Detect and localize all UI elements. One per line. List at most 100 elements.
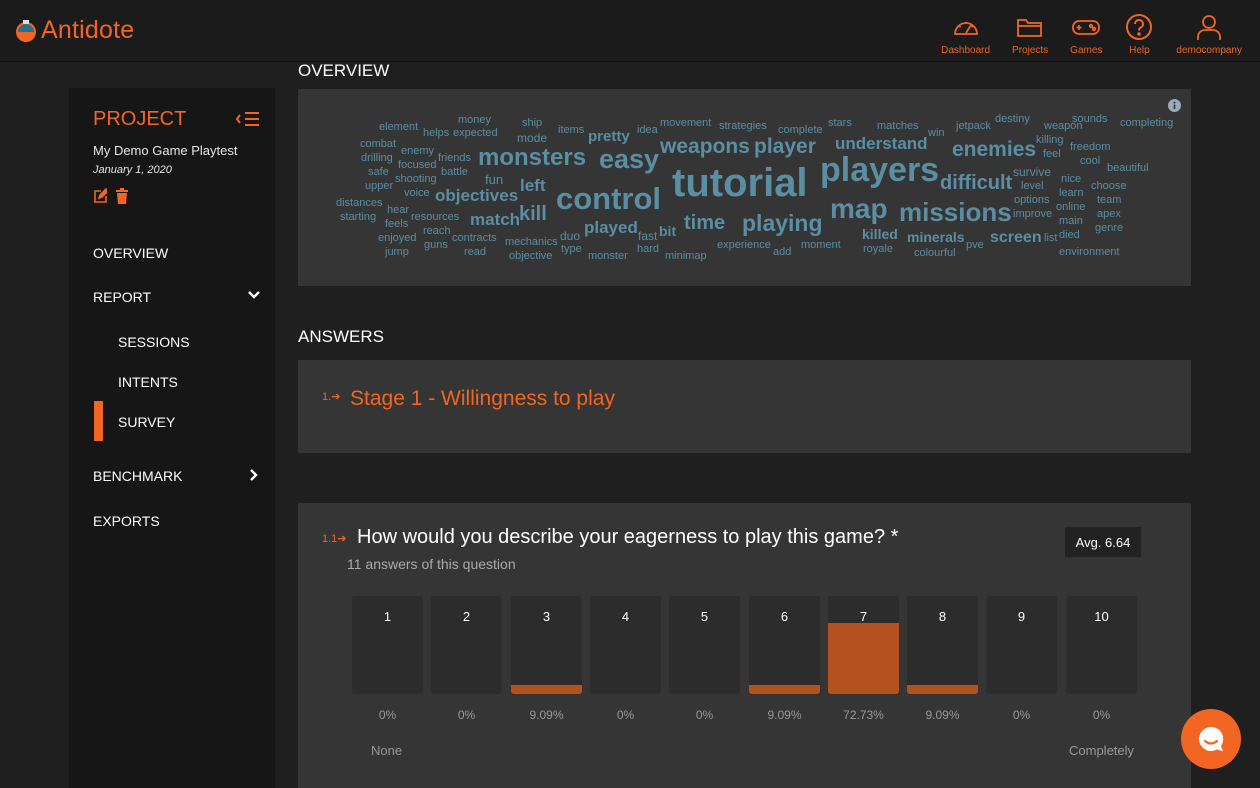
- scale-value-label: 9: [1017, 609, 1026, 624]
- scale-value-label: 5: [700, 609, 709, 624]
- sidebar-item-exports[interactable]: EXPORTS: [93, 513, 160, 529]
- cloud-word: environment: [1059, 246, 1120, 258]
- word-cloud: element helps expected money ship mode items pr…: [298, 89, 1191, 286]
- scale-max-label: Completely: [1069, 743, 1135, 758]
- scale-bar-10[interactable]: 10: [1066, 596, 1137, 694]
- scale-value-label: 2: [462, 609, 471, 624]
- cloud-word: choose: [1091, 180, 1127, 192]
- cloud-word: shooting: [395, 173, 437, 185]
- cloud-word: items: [558, 124, 585, 136]
- cloud-word: fun: [485, 172, 504, 187]
- cloud-word: left: [520, 176, 546, 195]
- cloud-word: money: [458, 114, 492, 126]
- scale-bar-8[interactable]: 8: [907, 596, 978, 694]
- chat-button[interactable]: [1181, 709, 1241, 769]
- edit-icon[interactable]: [93, 188, 107, 204]
- scale-percent-label: 0%: [1092, 708, 1111, 722]
- scale-bar-6[interactable]: 6: [749, 596, 820, 694]
- scale-percent-label: 0%: [616, 708, 635, 722]
- chevron-right-icon[interactable]: [247, 468, 261, 482]
- cloud-word: enemy: [401, 145, 435, 157]
- nav-account[interactable]: democompany: [1176, 12, 1242, 56]
- scale-bar-fill: [828, 622, 899, 694]
- cloud-word: hard: [637, 243, 660, 255]
- logo[interactable]: Antidote: [14, 16, 134, 45]
- cloud-word: starting: [340, 211, 377, 223]
- help-icon: [1126, 14, 1153, 40]
- cloud-word: jetpack: [956, 120, 991, 132]
- cloud-word: killing: [1036, 134, 1064, 146]
- sidebar-item-sessions[interactable]: SESSIONS: [118, 334, 190, 350]
- cloud-word: read: [464, 246, 487, 258]
- cloud-word: hear: [387, 204, 410, 216]
- arrow-right-icon: ➔: [331, 391, 341, 403]
- scale-value-label: 8: [938, 609, 947, 624]
- nav-label: Dashboard: [941, 45, 991, 56]
- scale-percent-label: 0%: [378, 708, 397, 722]
- nav-label: Projects: [1012, 45, 1049, 56]
- scale-bar-4[interactable]: 4: [590, 596, 661, 694]
- cloud-word: feels: [385, 218, 409, 230]
- cloud-word: resources: [411, 211, 460, 223]
- scale-bar-fill: [749, 685, 820, 694]
- cloud-word: understand: [835, 134, 928, 153]
- cloud-word: pve: [966, 239, 984, 251]
- user-icon: [1197, 15, 1222, 40]
- cloud-word: matches: [877, 120, 919, 132]
- cloud-word: enjoyed: [378, 232, 417, 244]
- cloud-word: idea: [637, 124, 658, 136]
- cloud-word: improve: [1013, 208, 1053, 220]
- scale-min-label: None: [371, 743, 403, 758]
- cloud-word: combat: [360, 138, 397, 150]
- cloud-word: monster: [588, 250, 628, 262]
- project-name: My Demo Game Playtest: [93, 143, 238, 158]
- cloud-word: royale: [863, 243, 893, 255]
- cloud-word: completing: [1120, 117, 1174, 129]
- scale-bar-fill: [907, 685, 978, 694]
- cloud-word: beautiful: [1107, 162, 1149, 174]
- nav-projects[interactable]: Projects: [1012, 12, 1048, 56]
- cloud-word: safe: [368, 166, 389, 178]
- cloud-word: contracts: [452, 232, 497, 244]
- scale-value-label: 3: [542, 609, 551, 624]
- sidebar-item-overview[interactable]: OVERVIEW: [93, 245, 168, 261]
- stage-card[interactable]: 1.➔ Stage 1 - Willingness to play: [298, 360, 1191, 453]
- cloud-word: mode: [517, 131, 548, 145]
- scale-bar-1[interactable]: 1: [352, 596, 423, 694]
- scale-percent-label: 72.73%: [843, 708, 884, 722]
- sidebar-item-survey[interactable]: SURVEY: [118, 414, 175, 430]
- scale-percent-label: 9.09%: [767, 708, 802, 722]
- scale-bar-7[interactable]: 7: [828, 596, 899, 694]
- cloud-word: voice: [404, 187, 430, 199]
- nav-games[interactable]: Games: [1070, 12, 1102, 56]
- sidebar-title: PROJECT: [93, 108, 187, 130]
- nav-help[interactable]: Help: [1124, 12, 1154, 56]
- cloud-word: player: [754, 135, 816, 158]
- cloud-word: learn: [1059, 187, 1084, 199]
- cloud-word: killed: [862, 226, 898, 242]
- cloud-word: played: [584, 218, 638, 237]
- cloud-word: strategies: [719, 120, 767, 132]
- scale-bar-2[interactable]: 2: [431, 596, 502, 694]
- cloud-word: apex: [1097, 208, 1121, 220]
- trash-icon[interactable]: [115, 188, 129, 204]
- collapse-sidebar-icon[interactable]: [235, 111, 261, 127]
- sidebar-item-report[interactable]: REPORT: [93, 289, 151, 305]
- chevron-down-icon[interactable]: [247, 288, 261, 302]
- arrow-right-icon: ➔: [337, 533, 347, 545]
- gamepad-icon: [1072, 20, 1101, 35]
- nav-dashboard[interactable]: Dashboard: [941, 12, 990, 56]
- cloud-word: map: [830, 193, 888, 224]
- chat-icon: [1199, 726, 1224, 752]
- sidebar-item-benchmark[interactable]: BENCHMARK: [93, 468, 182, 484]
- cloud-word: freedom: [1070, 141, 1111, 153]
- cloud-word: feel: [1043, 148, 1061, 160]
- scale-bar-9[interactable]: 9: [986, 596, 1057, 694]
- scale-bar-5[interactable]: 5: [669, 596, 740, 694]
- scale-bar-fill: [511, 685, 582, 694]
- cloud-word: colourful: [914, 247, 956, 259]
- sidebar-item-intents[interactable]: INTENTS: [118, 374, 178, 390]
- cloud-word: distances: [336, 197, 383, 209]
- info-icon[interactable]: [1168, 99, 1181, 112]
- scale-bar-3[interactable]: 3: [511, 596, 582, 694]
